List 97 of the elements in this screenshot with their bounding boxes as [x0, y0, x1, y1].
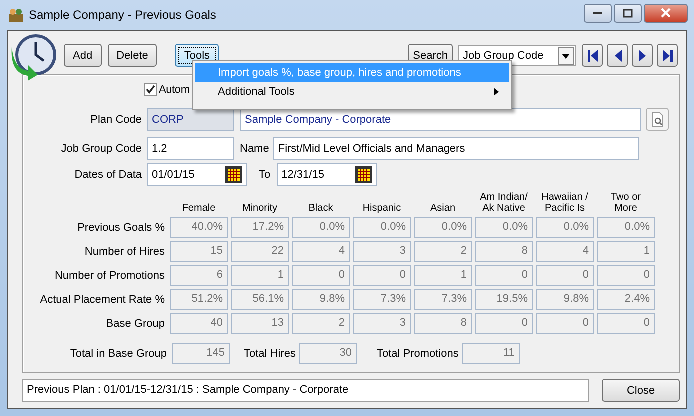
toolbar-button[interactable]: Add	[64, 44, 102, 67]
table-cell: 2	[292, 313, 350, 334]
table-cell: 7.3%	[353, 289, 411, 310]
table-cell: 0.0%	[292, 217, 350, 238]
close-icon	[660, 8, 672, 18]
table-cell: 3	[353, 313, 411, 334]
close-dialog-button[interactable]: Close	[602, 379, 680, 402]
table-cell: 0	[536, 265, 594, 286]
table-cell: 1	[414, 265, 472, 286]
table-cell: 8	[475, 241, 533, 262]
total-label: Total Hires	[244, 348, 296, 360]
calendar-icon[interactable]	[354, 166, 373, 184]
job-group-code-field[interactable]: 1.2	[147, 137, 234, 160]
clock-icon	[10, 33, 56, 81]
menu-item[interactable]: Additional Tools	[195, 82, 509, 101]
status-bar: Previous Plan : 01/01/15-12/31/15 : Sample Company - Corporate	[22, 379, 589, 402]
skip-first-icon	[586, 48, 598, 62]
total-label: Total Promotions	[376, 348, 459, 360]
date-to-field[interactable]: 12/31/15	[276, 163, 377, 186]
next-record-button[interactable]	[632, 44, 653, 67]
table-cell: 0	[292, 265, 350, 286]
auto-checkbox[interactable]	[144, 83, 157, 96]
minimize-icon	[593, 11, 603, 15]
table-cell: 8	[414, 313, 472, 334]
date-from-field[interactable]: 01/01/15	[147, 163, 247, 186]
table-cell: 0	[597, 265, 655, 286]
table-cell: 4	[292, 241, 350, 262]
field-label: Plan Code	[90, 114, 142, 126]
table-cell: 9.8%	[292, 289, 350, 310]
column-header: Am Indian/ Ak Native	[479, 192, 529, 214]
last-record-button[interactable]	[657, 44, 678, 67]
previous-record-button[interactable]	[607, 44, 628, 67]
table-cell: 1	[231, 265, 289, 286]
table-cell: 17.2%	[231, 217, 289, 238]
column-header: Black	[308, 202, 334, 214]
column-header: Hispanic	[362, 202, 402, 214]
skip-last-icon	[662, 48, 674, 62]
table-cell: 19.5%	[475, 289, 533, 310]
table-cell: 0	[536, 313, 594, 334]
table-cell: 40	[170, 313, 228, 334]
table-cell: 4	[536, 241, 594, 262]
maximize-icon	[623, 8, 633, 18]
table-cell: 0.0%	[353, 217, 411, 238]
plan-description-field[interactable]: Sample Company - Corporate	[240, 108, 641, 131]
toolbar-button[interactable]: Delete	[108, 44, 158, 67]
table-cell: 0	[597, 313, 655, 334]
table-cell: 0.0%	[536, 217, 594, 238]
field-label: To	[259, 168, 271, 180]
total-field: 11	[462, 343, 520, 364]
table-cell: 0	[475, 313, 533, 334]
table-cell: 2.4%	[597, 289, 655, 310]
row-label: Number of Promotions	[54, 270, 165, 282]
table-cell: 3	[353, 241, 411, 262]
table-cell: 0.0%	[475, 217, 533, 238]
table-cell: 0	[475, 265, 533, 286]
app-icon	[8, 7, 24, 23]
minimize-button[interactable]	[584, 4, 612, 22]
row-label: Previous Goals %	[76, 222, 165, 234]
table-cell: 0.0%	[414, 217, 472, 238]
column-header: Hawaiian / Pacific Is	[540, 192, 590, 214]
plan-code-field[interactable]: CORP	[147, 108, 234, 131]
document-search-icon	[650, 112, 664, 128]
right-arrow-icon	[636, 48, 648, 62]
window-title: Sample Company - Previous Goals	[29, 8, 216, 22]
column-header: Female	[181, 202, 217, 214]
table-cell: 2	[414, 241, 472, 262]
close-button[interactable]	[644, 4, 688, 22]
table-cell: 40.0%	[170, 217, 228, 238]
table-cell: 51.2%	[170, 289, 228, 310]
table-cell: 13	[231, 313, 289, 334]
row-label: Actual Placement Rate %	[39, 294, 165, 306]
column-header: Minority	[241, 202, 278, 214]
checkbox-label: Autom	[159, 84, 190, 96]
total-label: Total in Base Group	[69, 348, 167, 360]
table-cell: 9.8%	[536, 289, 594, 310]
table-cell: 1	[597, 241, 655, 262]
table-cell: 0	[353, 265, 411, 286]
row-label: Base Group	[105, 318, 165, 330]
field-label: Name	[240, 142, 270, 154]
row-label: Number of Hires	[84, 246, 165, 258]
job-group-name-field[interactable]: First/Mid Level Officials and Managers	[273, 137, 640, 160]
calendar-icon[interactable]	[225, 166, 243, 184]
field-label: Dates of Data	[74, 168, 142, 180]
total-field: 30	[298, 343, 357, 364]
maximize-button[interactable]	[614, 4, 642, 22]
field-label: Job Group Code	[60, 142, 142, 154]
total-field: 145	[172, 343, 230, 364]
preview-button[interactable]	[646, 108, 669, 131]
table-cell: 22	[231, 241, 289, 262]
table-cell: 0.0%	[597, 217, 655, 238]
column-header: Two or More	[610, 192, 642, 214]
table-cell: 56.1%	[231, 289, 289, 310]
first-record-button[interactable]	[582, 44, 603, 67]
table-cell: 6	[170, 265, 228, 286]
table-cell: 7.3%	[414, 289, 472, 310]
table-cell: 15	[170, 241, 228, 262]
column-header: Asian	[429, 202, 456, 214]
